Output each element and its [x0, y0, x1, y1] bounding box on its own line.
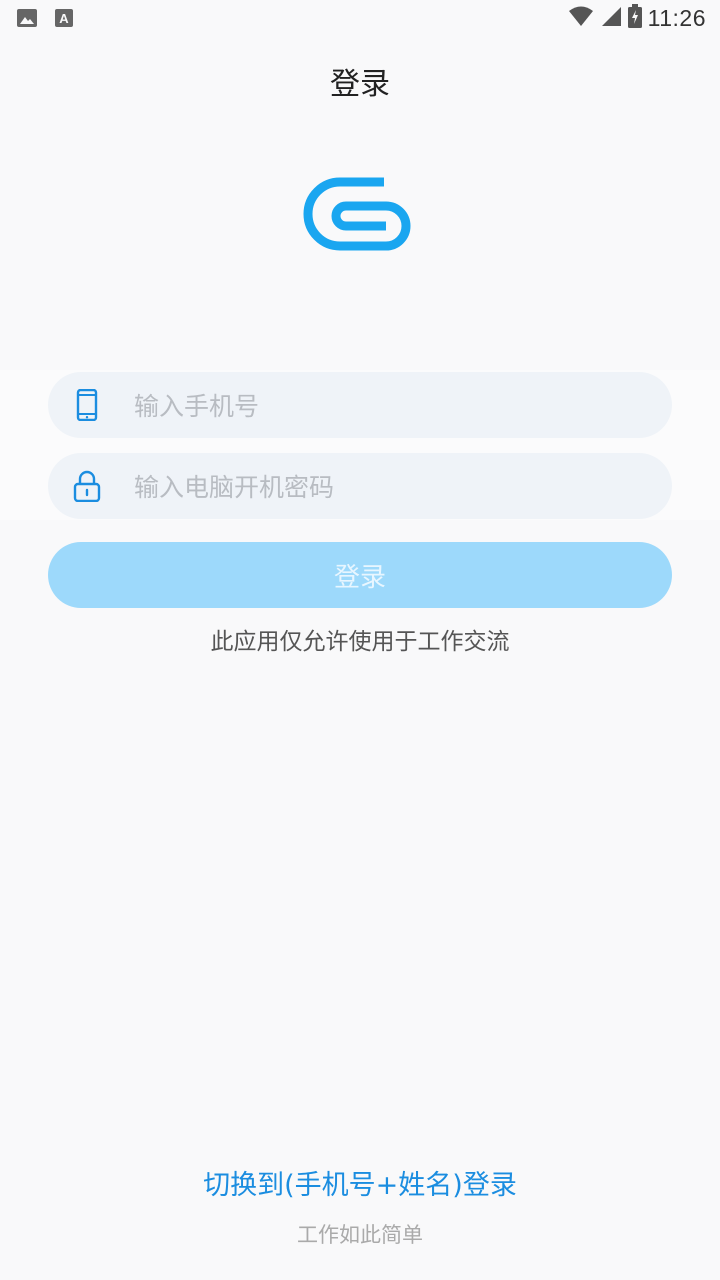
login-button[interactable]: 登录: [48, 542, 672, 608]
svg-text:A: A: [59, 11, 69, 26]
signal-icon: [600, 5, 622, 31]
usage-notice: 此应用仅允许使用于工作交流: [210, 629, 510, 655]
page-title: 登录: [330, 67, 390, 102]
lock-icon: [72, 470, 102, 503]
status-time: 11:26: [647, 4, 706, 31]
phone-input[interactable]: [132, 372, 656, 440]
a-icon: A: [54, 7, 74, 33]
battery-icon: [627, 4, 642, 32]
phone-field[interactable]: [48, 372, 672, 440]
slogan: 工作如此简单: [297, 1223, 423, 1247]
header: 登录: [0, 36, 720, 126]
app-logo: [300, 172, 420, 264]
image-icon: [16, 7, 38, 33]
password-input[interactable]: [132, 453, 656, 521]
password-field[interactable]: [48, 453, 672, 521]
phone-icon: [72, 388, 102, 422]
wifi-icon: [568, 5, 594, 31]
switch-login-mode-link[interactable]: 切换到(手机号+姓名)登录: [0, 1163, 720, 1202]
status-bar: A 11:26: [0, 0, 720, 36]
